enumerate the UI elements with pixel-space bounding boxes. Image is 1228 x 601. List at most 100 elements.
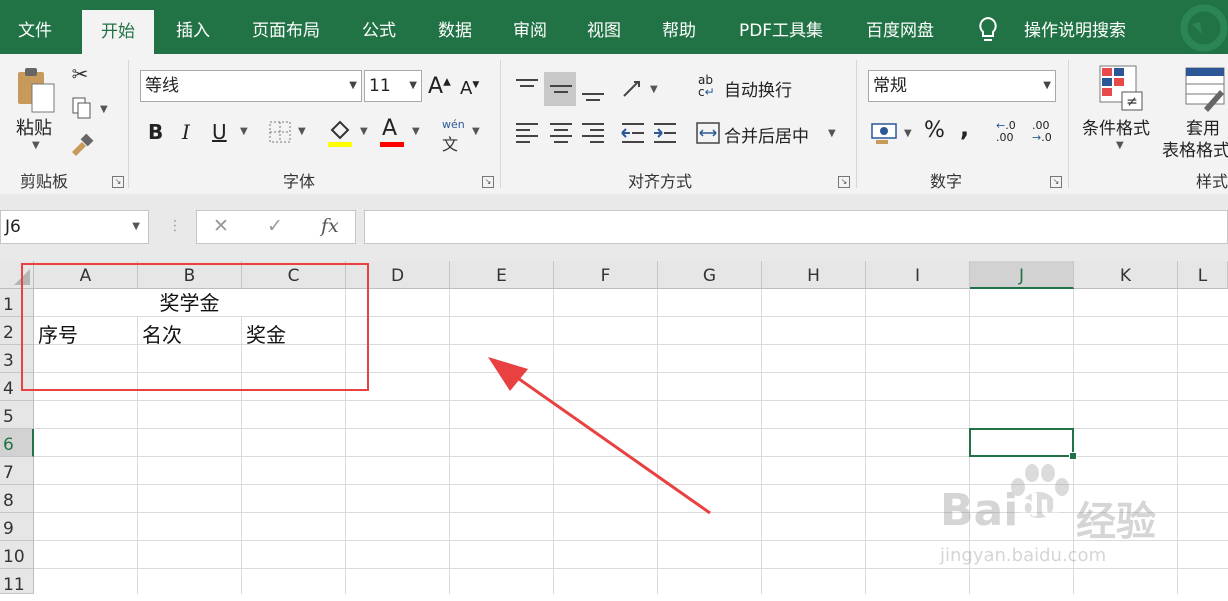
- phonetic-guide-icon[interactable]: wén 文: [442, 118, 465, 155]
- column-header-i[interactable]: I: [866, 261, 970, 289]
- chevron-down-icon[interactable]: ▼: [349, 71, 357, 101]
- accounting-format-icon[interactable]: [870, 120, 900, 146]
- increase-indent-icon: [654, 123, 676, 143]
- column-header-h[interactable]: H: [762, 261, 866, 289]
- group-divider: [128, 60, 129, 188]
- italic-button[interactable]: I: [182, 120, 190, 144]
- font-launcher-icon[interactable]: ↘: [482, 176, 494, 188]
- tab-insert[interactable]: 插入: [162, 0, 224, 54]
- tab-pdf-tools[interactable]: PDF工具集: [724, 0, 838, 54]
- conditional-formatting-button[interactable]: 条件格式: [1082, 114, 1150, 139]
- tell-me-search[interactable]: 操作说明搜索: [1010, 0, 1140, 54]
- copy-dropdown-icon[interactable]: ▼: [100, 104, 108, 115]
- column-header-l[interactable]: L: [1178, 261, 1228, 289]
- row-header-5[interactable]: 5: [0, 401, 34, 429]
- column-header-j[interactable]: J: [970, 261, 1074, 289]
- grid-vline: [449, 289, 450, 594]
- shrink-font-icon[interactable]: A▼: [460, 78, 479, 99]
- number-launcher-icon[interactable]: ↘: [1050, 176, 1062, 188]
- column-header-g[interactable]: G: [658, 261, 762, 289]
- accounting-dropdown-icon[interactable]: ▼: [904, 128, 912, 139]
- ribbon-tab-bar: 文件 开始 插入 页面布局 公式 数据 审阅 视图 帮助 PDF工具集 百度网盘…: [0, 0, 1228, 54]
- font-name-combo[interactable]: 等线 ▼: [140, 70, 362, 102]
- cut-icon[interactable]: ✂: [68, 62, 92, 86]
- fill-color-dropdown-icon[interactable]: ▼: [360, 126, 368, 137]
- tab-file[interactable]: 文件: [0, 0, 70, 54]
- tab-view[interactable]: 视图: [574, 0, 634, 54]
- tab-home[interactable]: 开始: [82, 10, 154, 54]
- percent-style-button[interactable]: %: [924, 118, 945, 143]
- clipboard-launcher-icon[interactable]: ↘: [112, 176, 124, 188]
- increase-decimal-button[interactable]: ←.0.00: [996, 120, 1016, 144]
- row-header-9[interactable]: 9: [0, 513, 34, 541]
- name-box[interactable]: J6 ▼: [0, 210, 149, 244]
- font-color-dropdown-icon[interactable]: ▼: [412, 126, 420, 137]
- align-center-icon: [550, 123, 572, 143]
- font-size-combo[interactable]: 11 ▼: [364, 70, 422, 102]
- alignment-launcher-icon[interactable]: ↘: [838, 176, 850, 188]
- wrap-text-icon[interactable]: ab c↵: [698, 74, 715, 98]
- column-header-f[interactable]: F: [554, 261, 658, 289]
- fill-color-swatch: [328, 142, 352, 147]
- underline-dropdown-icon[interactable]: ▼: [240, 126, 248, 137]
- tab-data[interactable]: 数据: [424, 0, 486, 54]
- alignment-group-label: 对齐方式: [628, 172, 693, 191]
- decrease-decimal-button[interactable]: .00 →.0: [1032, 120, 1052, 144]
- column-header-e[interactable]: E: [450, 261, 554, 289]
- merge-center-icon[interactable]: [696, 122, 720, 144]
- merge-dropdown-icon[interactable]: ▼: [828, 128, 836, 139]
- bold-button[interactable]: B: [148, 120, 163, 144]
- row-header-6[interactable]: 6: [0, 429, 34, 457]
- orientation-dropdown-icon[interactable]: ▼: [650, 84, 658, 95]
- font-color-icon[interactable]: A: [382, 116, 397, 141]
- format-painter-icon[interactable]: [68, 132, 96, 158]
- watermark-du: du: [1018, 489, 1061, 524]
- grow-font-icon[interactable]: A▲: [428, 74, 451, 99]
- column-header-k[interactable]: K: [1074, 261, 1178, 289]
- ribbon-home: 粘贴 ▼ ✂ ▼ 剪贴板 ↘ 等线 ▼ 11 ▼ A▲ A▼ B I U ▼ ▼…: [0, 54, 1228, 195]
- clipboard-group-label: 剪贴板: [20, 172, 69, 191]
- row-header-11[interactable]: 11: [0, 569, 34, 595]
- paste-icon[interactable]: [14, 64, 60, 114]
- tab-formulas[interactable]: 公式: [348, 0, 410, 54]
- comma-style-button[interactable]: ,: [960, 114, 969, 142]
- font-group-label: 字体: [283, 172, 316, 191]
- row-header-7[interactable]: 7: [0, 457, 34, 485]
- group-divider: [500, 60, 501, 188]
- vertical-align-icons: [516, 72, 604, 106]
- resize-handle-icon[interactable]: ⋮: [168, 218, 182, 234]
- tab-review[interactable]: 审阅: [500, 0, 560, 54]
- phonetic-dropdown-icon[interactable]: ▼: [472, 126, 480, 137]
- font-size-value: 11: [369, 76, 391, 96]
- tab-help[interactable]: 帮助: [648, 0, 710, 54]
- copy-icon[interactable]: [70, 96, 94, 120]
- chevron-down-icon[interactable]: ▼: [409, 71, 417, 101]
- active-cell-selection[interactable]: [969, 428, 1074, 457]
- tab-page-layout[interactable]: 页面布局: [238, 0, 334, 54]
- conditional-formatting-dropdown-icon[interactable]: ▼: [1116, 140, 1124, 151]
- fill-color-icon[interactable]: [326, 116, 354, 148]
- underline-button[interactable]: U: [212, 120, 227, 144]
- styles-group-label: 样式: [1196, 172, 1228, 191]
- number-format-combo[interactable]: 常规 ▼: [868, 70, 1056, 102]
- wrap-text-button[interactable]: 自动换行: [724, 76, 792, 101]
- merge-center-button[interactable]: 合并后居中: [724, 122, 809, 147]
- number-format-value: 常规: [873, 76, 907, 96]
- row-header-8[interactable]: 8: [0, 485, 34, 513]
- cancel-icon[interactable]: ✕: [213, 215, 229, 237]
- orientation-icon[interactable]: [620, 76, 646, 102]
- formula-input[interactable]: [364, 210, 1228, 244]
- conditional-formatting-icon[interactable]: ≠: [1098, 64, 1144, 112]
- row-header-10[interactable]: 10: [0, 541, 34, 569]
- format-as-table-label-2[interactable]: 表格格式: [1162, 136, 1228, 161]
- borders-dropdown-icon[interactable]: ▼: [298, 126, 306, 137]
- paste-label[interactable]: 粘贴: [16, 114, 52, 140]
- paste-dropdown-icon[interactable]: ▼: [32, 140, 40, 151]
- chevron-down-icon[interactable]: ▼: [132, 211, 140, 243]
- borders-icon[interactable]: [268, 120, 292, 144]
- chevron-down-icon[interactable]: ▼: [1043, 71, 1051, 101]
- format-as-table-icon[interactable]: [1184, 64, 1228, 112]
- insert-function-icon[interactable]: fx: [321, 215, 339, 237]
- enter-icon[interactable]: ✓: [267, 215, 283, 237]
- tab-baidu-netdisk[interactable]: 百度网盘: [852, 0, 948, 54]
